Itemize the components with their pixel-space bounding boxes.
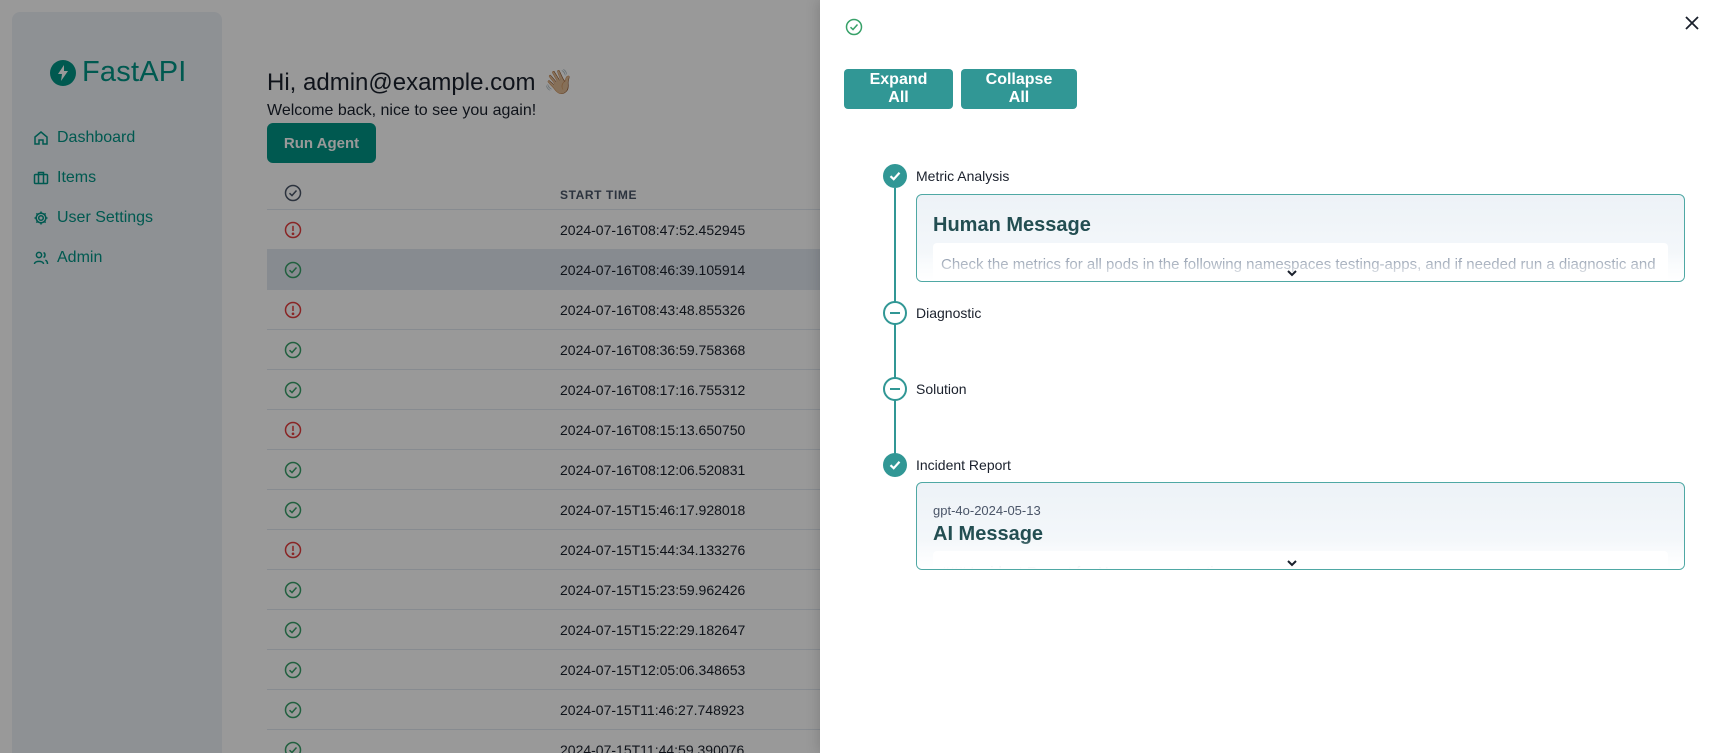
step-label-diagnostic: Diagnostic <box>916 305 982 321</box>
step-label-incident-report: Incident Report <box>916 457 1011 473</box>
step-done-icon[interactable] <box>883 164 907 188</box>
step-done-icon[interactable] <box>883 453 907 477</box>
human-message-card: Human Message Check the metrics for all … <box>916 194 1685 282</box>
fade-overlay <box>917 251 1684 281</box>
success-icon <box>845 18 863 41</box>
chevron-down-icon[interactable] <box>1284 555 1300 570</box>
step-pending-icon[interactable] <box>883 377 907 401</box>
card-title: Human Message <box>933 214 1091 236</box>
step-label-solution: Solution <box>916 381 967 397</box>
run-details-drawer: Expand All Collapse All Metric Analysis … <box>820 0 1715 753</box>
chevron-down-icon[interactable] <box>1284 265 1300 281</box>
fade-overlay <box>917 539 1684 569</box>
model-name: gpt-4o-2024-05-13 <box>933 503 1041 518</box>
expand-all-button[interactable]: Expand All <box>844 69 953 109</box>
step-pending-icon[interactable] <box>883 301 907 325</box>
ai-message-card: gpt-4o-2024-05-13 AI Message ### Inciden… <box>916 482 1685 570</box>
timeline-line <box>894 188 896 464</box>
step-label-metric-analysis: Metric Analysis <box>916 168 1010 184</box>
collapse-all-button[interactable]: Collapse All <box>961 69 1077 109</box>
close-button[interactable] <box>1681 12 1703 34</box>
close-icon <box>1685 16 1699 30</box>
